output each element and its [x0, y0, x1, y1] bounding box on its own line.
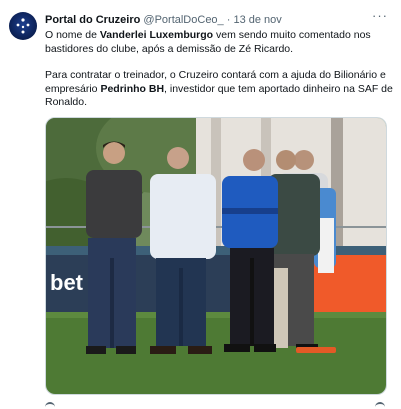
photo-illustration: bet sera	[46, 118, 386, 394]
p1-part-a: O nome de	[45, 29, 100, 41]
tweet-text: O nome de Vanderlei Luxemburgo vem sendo…	[45, 29, 393, 110]
cruzeiro-crest-icon	[16, 18, 30, 34]
author-handle[interactable]: @PortalDoCeo_	[143, 14, 223, 26]
tweet-photo[interactable]: bet sera	[45, 117, 387, 395]
person-1	[86, 141, 142, 354]
share-icon[interactable]	[375, 402, 385, 409]
p1-bold: Vanderlei Luxemburgo	[99, 29, 214, 41]
tweet-date[interactable]: 13 de nov	[233, 14, 281, 26]
tweet-header: Portal do Cruzeiro @PortalDoCeo_ · 13 de…	[45, 13, 282, 27]
tweet-paragraph-2: Para contratar o treinador, o Cruzeiro c…	[45, 69, 393, 110]
author-name[interactable]: Portal do Cruzeiro	[45, 14, 140, 26]
tweet-actions	[45, 402, 390, 407]
tweet-paragraph-1: O nome de Vanderlei Luxemburgo vem sendo…	[45, 29, 393, 56]
reply-icon[interactable]	[45, 402, 55, 409]
p2-bold: Pedrinho BH	[100, 82, 165, 95]
more-horizontal-icon[interactable]: ···	[372, 9, 388, 23]
tweet[interactable]: Portal do Cruzeiro @PortalDoCeo_ · 13 de…	[0, 0, 401, 407]
separator: ·	[226, 14, 231, 26]
banner-text-left: bet	[50, 270, 84, 295]
avatar[interactable]	[9, 12, 37, 40]
